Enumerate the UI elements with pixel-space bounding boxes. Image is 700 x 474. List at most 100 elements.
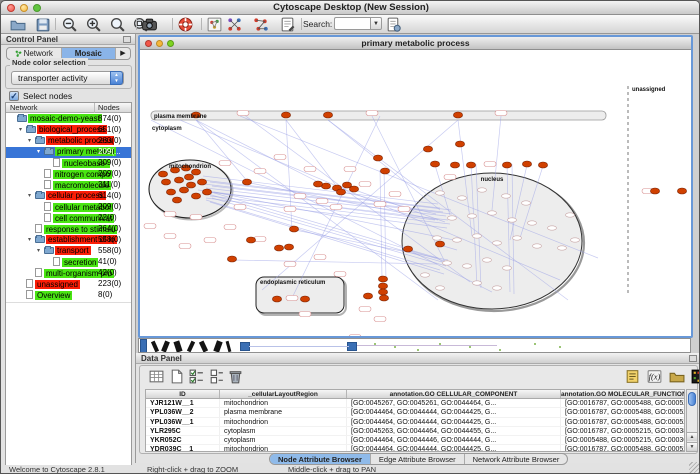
selected-graph-node[interactable]: [363, 293, 372, 299]
graph-node-label[interactable]: [316, 199, 328, 204]
graph-node-label[interactable]: [374, 317, 386, 322]
selected-graph-node[interactable]: [172, 197, 181, 203]
selected-graph-node[interactable]: [379, 295, 388, 301]
selected-graph-node[interactable]: [522, 161, 531, 167]
more-tabs-button[interactable]: ▶: [116, 48, 130, 59]
network-overview-icon[interactable]: [206, 16, 223, 33]
graph-node[interactable]: [493, 286, 502, 290]
selected-graph-node[interactable]: [184, 174, 193, 180]
annotation-icon[interactable]: [279, 16, 296, 33]
new-attribute-icon[interactable]: [168, 368, 185, 385]
graph-node[interactable]: [508, 218, 517, 222]
column-header[interactable]: annotation.GO CELLULAR_COMPONENT: [347, 390, 561, 398]
select-attributes-icon[interactable]: [188, 368, 205, 385]
graph-node[interactable]: [533, 244, 542, 248]
table-scrollbar[interactable]: ▲ ▼: [686, 389, 698, 452]
tree-row[interactable]: Overview8(0): [6, 290, 131, 301]
graph-node-label[interactable]: [389, 192, 401, 197]
graph-node-label[interactable]: [179, 244, 191, 249]
tree-row[interactable]: response to stimulu264(0): [6, 224, 131, 235]
graph-node[interactable]: [443, 261, 452, 265]
selected-graph-node[interactable]: [677, 188, 686, 194]
selected-graph-node[interactable]: [378, 289, 387, 295]
graph-node-label[interactable]: [237, 111, 249, 116]
delete-attribute-icon[interactable]: [227, 368, 244, 385]
selected-graph-node[interactable]: [186, 182, 195, 188]
tree-row[interactable]: ▾metabolic process280(0): [6, 136, 131, 147]
scroll-up-button[interactable]: ▲: [687, 432, 697, 441]
selected-graph-node[interactable]: [380, 168, 389, 174]
selected-graph-node[interactable]: [538, 162, 547, 168]
selected-graph-node[interactable]: [227, 256, 236, 262]
tree-row[interactable]: nitrogen compo209(0): [6, 169, 131, 180]
table-row[interactable]: YKR052Ccytoplasm[GO:0044464, GO:0044446,…: [146, 436, 684, 445]
tab-node-attribute-browser[interactable]: Node Attribute Browser: [270, 454, 371, 464]
selected-graph-node[interactable]: [300, 296, 309, 302]
graph-node[interactable]: [478, 188, 487, 192]
tree-row[interactable]: cellular metabol209(0): [6, 202, 131, 213]
graph-node[interactable]: [458, 196, 467, 200]
graph-node-label[interactable]: [359, 182, 371, 187]
graph-node-label[interactable]: [359, 307, 371, 312]
graph-node[interactable]: [473, 281, 482, 285]
layout-edges-icon[interactable]: [252, 16, 269, 33]
attribute-table-icon[interactable]: [148, 368, 165, 385]
graph-node[interactable]: [571, 238, 580, 242]
tree-row[interactable]: multi-organism pro42(0): [6, 268, 131, 279]
selected-graph-node[interactable]: [323, 112, 332, 118]
selected-graph-node[interactable]: [274, 245, 283, 251]
graph-node[interactable]: [436, 286, 445, 290]
graph-node[interactable]: [522, 201, 531, 205]
graph-node-label[interactable]: [304, 167, 316, 172]
graph-node-label[interactable]: [398, 207, 410, 212]
graph-node[interactable]: [493, 241, 502, 245]
graph-node-label[interactable]: [366, 111, 378, 116]
selected-graph-node[interactable]: [373, 155, 382, 161]
graph-node[interactable]: [468, 214, 477, 218]
tree-row[interactable]: ▾transport558(0): [6, 246, 131, 257]
graph-node[interactable]: [473, 234, 482, 238]
selected-graph-node[interactable]: [455, 141, 464, 147]
snapshot-camera-icon[interactable]: [141, 16, 158, 33]
tree-row[interactable]: secretion41(0): [6, 257, 131, 268]
graph-node[interactable]: [558, 246, 567, 250]
graph-node[interactable]: [483, 258, 492, 262]
table-row[interactable]: YJR121W__1mitochondrion[GO:0045267, GO:0…: [146, 399, 684, 408]
graph-node[interactable]: [453, 238, 462, 242]
selected-graph-node[interactable]: [174, 177, 183, 183]
matrix-view-icon[interactable]: [690, 368, 700, 385]
background-network-window[interactable]: [138, 338, 691, 353]
graph-node-label[interactable]: [164, 212, 176, 217]
graph-node-label[interactable]: [234, 205, 246, 210]
graph-node[interactable]: [448, 216, 457, 220]
node-color-dropdown[interactable]: transporter activity ▲▼: [11, 71, 124, 85]
graph-node-label[interactable]: [219, 161, 231, 166]
graph-node[interactable]: [436, 191, 445, 195]
selected-graph-node[interactable]: [430, 161, 439, 167]
float-data-panel-icon[interactable]: [689, 355, 697, 362]
selected-graph-node[interactable]: [435, 241, 444, 247]
selected-graph-node[interactable]: [284, 244, 293, 250]
graph-node-label[interactable]: [254, 169, 266, 174]
graph-node-label[interactable]: [349, 335, 361, 337]
unselect-attributes-icon[interactable]: [208, 368, 225, 385]
graph-node-label[interactable]: [299, 312, 311, 317]
selected-graph-node[interactable]: [313, 181, 322, 187]
graph-node-label[interactable]: [164, 234, 176, 239]
zoom-selected-icon[interactable]: [109, 16, 126, 33]
selected-graph-node[interactable]: [650, 188, 659, 194]
selected-graph-node[interactable]: [466, 162, 475, 168]
table-row[interactable]: YLR295Ccytoplasm[GO:0045263, GO:0044464,…: [146, 427, 684, 436]
tree-row[interactable]: mosaic-demo-yeast874(0): [6, 114, 131, 125]
search-options-icon[interactable]: [385, 16, 402, 33]
search-dropdown-arrow[interactable]: ▼: [370, 17, 382, 30]
graph-node[interactable]: [566, 213, 575, 217]
selected-graph-node[interactable]: [202, 189, 211, 195]
graph-node-label[interactable]: [190, 215, 202, 220]
selected-graph-node[interactable]: [246, 237, 255, 243]
selected-graph-node[interactable]: [191, 193, 200, 199]
search-input[interactable]: [334, 17, 370, 30]
graph-node[interactable]: [548, 226, 557, 230]
tab-network-attribute-browser[interactable]: Network Attribute Browser: [465, 454, 568, 464]
help-lifering-icon[interactable]: [177, 16, 194, 33]
